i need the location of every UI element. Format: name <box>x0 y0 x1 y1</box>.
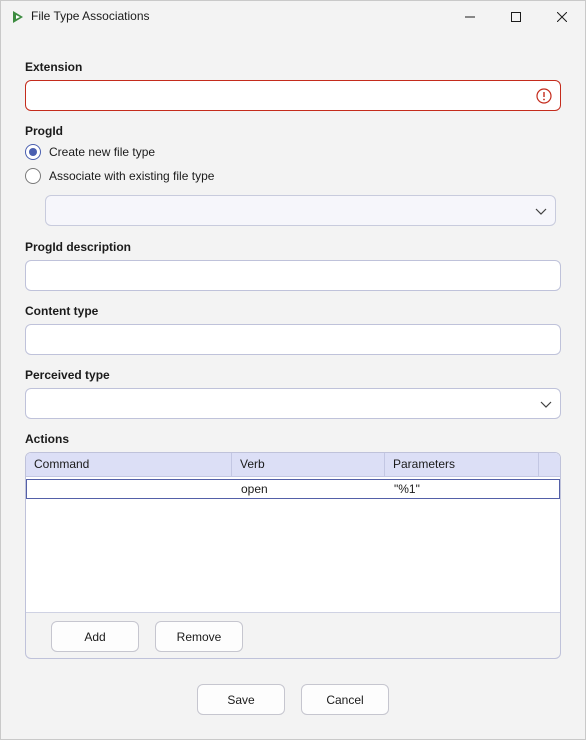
column-header-command[interactable]: Command <box>26 453 232 476</box>
save-button[interactable]: Save <box>197 684 285 715</box>
error-icon <box>536 88 552 104</box>
radio-button-unchecked[interactable] <box>25 168 41 184</box>
actions-grid: Command Verb Parameters open "%1" Add Re… <box>25 452 561 659</box>
app-icon <box>10 9 26 25</box>
perceived-type-label: Perceived type <box>25 368 110 382</box>
perceived-type-select[interactable] <box>25 388 561 419</box>
column-header-verb[interactable]: Verb <box>232 453 385 476</box>
close-button[interactable] <box>539 1 585 32</box>
extension-input[interactable] <box>25 80 561 111</box>
progid-description-label: ProgId description <box>25 240 132 254</box>
content-type-label: Content type <box>25 304 99 318</box>
cell-command[interactable] <box>27 480 233 498</box>
cell-parameters[interactable]: "%1" <box>386 480 540 498</box>
cancel-button[interactable]: Cancel <box>301 684 389 715</box>
window-title: File Type Associations <box>31 9 150 23</box>
grid-header: Command Verb Parameters <box>26 453 560 477</box>
remove-button[interactable]: Remove <box>155 621 243 652</box>
minimize-icon <box>465 16 475 17</box>
grid-body[interactable]: Command Verb Parameters open "%1" <box>26 453 560 613</box>
progid-description-input[interactable] <box>25 260 561 291</box>
extension-label: Extension <box>25 60 83 74</box>
minimize-button[interactable] <box>447 1 493 32</box>
cell-verb[interactable]: open <box>233 480 386 498</box>
radio-associate-existing-label: Associate with existing file type <box>49 169 215 183</box>
maximize-icon <box>511 11 521 22</box>
actions-label: Actions <box>25 432 70 446</box>
radio-associate-existing[interactable]: Associate with existing file type <box>25 167 214 185</box>
content-type-input[interactable] <box>25 324 561 355</box>
radio-create-new[interactable]: Create new file type <box>25 143 155 161</box>
chevron-down-icon <box>540 398 552 410</box>
radio-button-checked[interactable] <box>25 144 41 160</box>
title-bar[interactable]: File Type Associations <box>1 1 585 32</box>
table-row[interactable]: open "%1" <box>26 479 560 499</box>
add-button[interactable]: Add <box>51 621 139 652</box>
chevron-down-icon <box>535 205 547 217</box>
radio-create-new-label: Create new file type <box>49 145 156 159</box>
close-icon <box>557 11 567 22</box>
dialog-window: File Type Associations Extension ProgId … <box>0 0 586 740</box>
maximize-button[interactable] <box>493 1 539 32</box>
progid-label: ProgId <box>25 124 63 138</box>
column-header-parameters[interactable]: Parameters <box>385 453 539 476</box>
existing-file-type-select[interactable] <box>45 195 556 226</box>
